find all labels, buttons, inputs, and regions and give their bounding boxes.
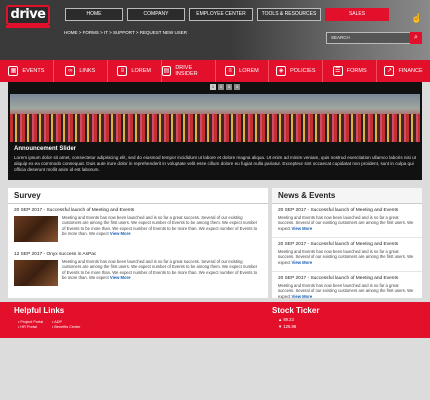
logo-underline [6, 25, 50, 28]
survey-item-text: Meeting and Events has now been launched… [62, 259, 258, 281]
slider-page-4[interactable]: 4 [234, 84, 240, 90]
news-item-text: Meeting and Events has now been launched… [278, 249, 416, 265]
arrow-down-icon: ▼ [278, 324, 283, 329]
category-finance[interactable]: ↗ FINANCE [377, 60, 430, 82]
category-lorem-1[interactable]: ≡ LOREM [108, 60, 162, 82]
slider-page-3[interactable]: 3 [226, 84, 232, 90]
drive-logo[interactable]: drive [6, 5, 50, 25]
footer-link[interactable]: • Benefits Center [52, 325, 82, 330]
form-icon: ☰ [332, 66, 343, 76]
news-item: 20 SEP 2017 - Successful launch of Meeti… [272, 204, 422, 238]
news-item: 20 SEP 2017 - Successful launch of Meeti… [272, 272, 422, 306]
slider-text: Lorem ipsum dolor sit amet, consectetur … [14, 155, 416, 172]
news-item: 20 SEP 2017 - Successful launch of Meeti… [272, 238, 422, 272]
arrow-up-icon: ▲ [278, 317, 283, 322]
announcement-slider: 1 2 3 4 Announcement Slider Lorem ipsum … [8, 82, 422, 180]
stock-value-text: 89.23 [283, 317, 294, 322]
stock-ticker: ▲ 89.23 ▼ 125.98 [278, 316, 296, 330]
category-label: LINKS [79, 68, 96, 74]
search-input[interactable]: SEARCH ⌕ [326, 32, 422, 44]
shield-icon: ◈ [276, 66, 287, 76]
survey-item: 12 SEP 2017 - Onyx success in AsPac Meet… [8, 248, 268, 292]
helpful-links-list: • Project Portal • ADP • HR Portal • Ben… [18, 320, 82, 330]
site-header: drive HOME COMPANY EMPLOYEE CENTER TOOLS… [0, 0, 430, 60]
chart-icon: ↗ [384, 66, 395, 76]
view-more-link[interactable]: View More [292, 260, 313, 265]
slider-page-1[interactable]: 1 [210, 84, 216, 90]
helpful-links-title: Helpful Links [14, 306, 65, 315]
helpful-links: Helpful Links • Project Portal • ADP • H… [14, 306, 81, 329]
news-item-title[interactable]: 20 SEP 2017 - Successful launch of Meeti… [278, 208, 416, 213]
category-policies[interactable]: ◈ POLICIES [269, 60, 324, 82]
category-bar: ▦ EVENTS ∞ LINKS ≡ LOREM ▤ DRIVE INSIDER ≡ LO… [0, 60, 430, 82]
view-more-link[interactable]: View More [292, 294, 313, 299]
news-events-panel: News & Events 20 SEP 2017 - Successful l… [272, 188, 422, 299]
document-icon: ≡ [117, 66, 128, 76]
category-label: FINANCE [398, 68, 423, 74]
search-placeholder: SEARCH [331, 35, 350, 40]
stock-value: ▼ 125.98 [278, 323, 296, 330]
category-label: EVENTS [22, 68, 45, 74]
survey-item-thumbnail[interactable] [14, 216, 58, 242]
slider-title: Announcement Slider [14, 146, 77, 152]
survey-panel: Survey 20 SEP 2017 - Successful launch o… [8, 188, 268, 298]
footer-link-label: Project Portal [20, 320, 44, 324]
view-more-link[interactable]: View More [110, 275, 131, 280]
nav-company[interactable]: COMPANY [127, 8, 185, 21]
stock-ticker-title: Stock Ticker [272, 306, 320, 315]
nav-tools-resources[interactable]: TOOLS & RESOURCES [257, 8, 321, 21]
survey-item-body: Meeting and Events has now been launched… [62, 259, 258, 281]
calendar-icon: ▦ [8, 66, 19, 76]
slide-image[interactable] [10, 94, 420, 142]
nav-home[interactable]: HOME [65, 8, 123, 21]
slider-page-2[interactable]: 2 [218, 84, 224, 90]
breadcrumb: HOME > FORMS > IT > SUPPORT > REQUEST NE… [64, 30, 187, 35]
news-item-title[interactable]: 20 SEP 2017 - Successful launch of Meeti… [278, 242, 416, 247]
stock-value: ▲ 89.23 [278, 316, 296, 323]
footer-link-label: ADP [54, 320, 62, 324]
view-more-link[interactable]: View More [110, 231, 131, 236]
category-label: FORMS [346, 68, 367, 74]
category-label: POLICIES [290, 68, 316, 74]
survey-item-thumbnail[interactable] [14, 260, 58, 286]
survey-item-title[interactable]: 20 SEP 2017 - Successful launch of Meeti… [14, 208, 262, 213]
survey-item-title[interactable]: 12 SEP 2017 - Onyx success in AsPac [14, 252, 262, 257]
footer-link-label: Benefits Center [54, 325, 81, 329]
survey-item: 20 SEP 2017 - Successful launch of Meeti… [8, 204, 268, 248]
site-footer: Helpful Links • Project Portal • ADP • H… [0, 302, 430, 338]
stock-ticker-heading-wrap: Stock Ticker [272, 306, 319, 315]
category-lorem-2[interactable]: ≡ LOREM [216, 60, 270, 82]
category-label: LOREM [131, 68, 151, 74]
newspaper-icon: ▤ [161, 66, 172, 76]
category-label: LOREM [239, 68, 259, 74]
footer-link[interactable]: • HR Portal [18, 325, 52, 330]
slider-pagination: 1 2 3 4 [210, 84, 240, 90]
search-icon[interactable]: ⌕ [410, 32, 422, 44]
page-bottom-area [0, 338, 430, 400]
survey-heading: Survey [8, 188, 268, 204]
nav-sales[interactable]: SALES [325, 8, 389, 21]
category-forms[interactable]: ☰ FORMS [323, 60, 378, 82]
category-label: DRIVE INSIDER [175, 65, 198, 77]
nav-employee-center[interactable]: EMPLOYEE CENTER [189, 8, 253, 21]
news-item-title[interactable]: 20 SEP 2017 - Successful launch of Meeti… [278, 276, 416, 281]
top-nav: HOME COMPANY EMPLOYEE CENTER TOOLS & RES… [65, 8, 389, 21]
footer-link-label: HR Portal [20, 325, 37, 329]
category-links[interactable]: ∞ LINKS [54, 60, 108, 82]
news-item-text: Meeting and Events has now been launched… [278, 215, 416, 231]
survey-item-text: Meeting and Events has now been launched… [62, 215, 258, 237]
category-drive-insider[interactable]: ▤ DRIVE INSIDER [161, 60, 216, 82]
link-icon: ∞ [65, 66, 76, 76]
news-item-text: Meeting and Events has now been launched… [278, 283, 416, 299]
view-more-link[interactable]: View More [292, 226, 313, 231]
hand-cursor-icon: ☝ [411, 13, 423, 23]
crowd-photo [10, 114, 420, 142]
document-icon: ≡ [225, 66, 236, 76]
category-events[interactable]: ▦ EVENTS [0, 60, 54, 82]
news-heading: News & Events [272, 188, 422, 204]
survey-item-body: Meeting and Events has now been launched… [62, 215, 258, 237]
stock-value-text: 125.98 [283, 324, 297, 329]
